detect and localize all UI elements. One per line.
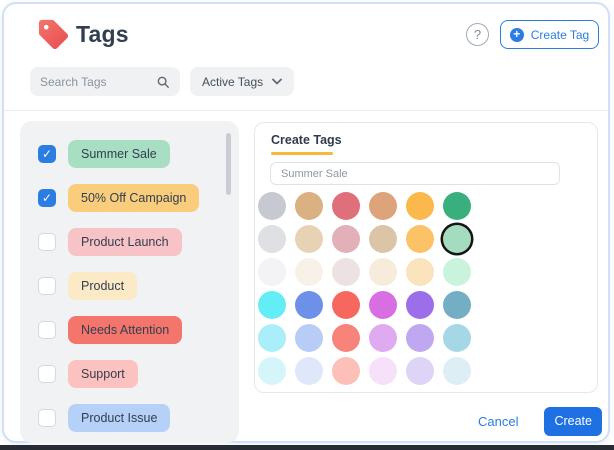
scrollbar-thumb[interactable] — [226, 133, 231, 195]
tag-row: ✓ 50% Off Campaign — [38, 184, 239, 212]
tag-logo-icon — [38, 19, 69, 50]
color-swatch[interactable] — [406, 258, 434, 286]
color-swatch[interactable] — [369, 357, 397, 385]
color-swatch[interactable] — [332, 225, 360, 253]
filter-dropdown[interactable]: Active Tags — [190, 67, 295, 96]
create-tag-button-label: Create Tag — [530, 27, 590, 42]
color-swatch[interactable] — [443, 357, 471, 385]
color-swatch-selected[interactable] — [443, 225, 471, 253]
color-swatch[interactable] — [332, 291, 360, 319]
color-swatch[interactable] — [443, 192, 471, 220]
tag-row: Product — [38, 272, 239, 300]
color-swatch[interactable] — [443, 258, 471, 286]
color-swatch[interactable] — [295, 291, 323, 319]
checkbox-unchecked[interactable] — [38, 409, 56, 427]
tag-name-input[interactable] — [270, 162, 560, 185]
filter-dropdown-value: Active Tags — [202, 74, 264, 89]
plus-icon: + — [509, 27, 524, 42]
tag-chip[interactable]: Summer Sale — [68, 140, 170, 168]
color-swatch[interactable] — [406, 357, 434, 385]
color-swatch[interactable] — [332, 357, 360, 385]
tag-chip[interactable]: Support — [68, 360, 138, 388]
checkbox-checked[interactable]: ✓ — [38, 189, 56, 207]
color-swatch[interactable] — [258, 225, 286, 253]
tags-card: Tags ? + Create Tag Active Tags ✓ Summer … — [2, 2, 610, 443]
color-swatch[interactable] — [332, 192, 360, 220]
checkbox-unchecked[interactable] — [38, 277, 56, 295]
tag-row: Needs Attention — [38, 316, 239, 344]
header-divider — [4, 110, 608, 111]
checkbox-checked[interactable]: ✓ — [38, 145, 56, 163]
color-swatch[interactable] — [295, 225, 323, 253]
color-swatch[interactable] — [258, 192, 286, 220]
bottom-edge — [0, 445, 614, 450]
search-box — [30, 67, 180, 96]
color-swatch[interactable] — [406, 192, 434, 220]
color-swatch[interactable] — [369, 192, 397, 220]
color-swatch[interactable] — [406, 324, 434, 352]
color-swatch[interactable] — [295, 324, 323, 352]
create-tags-panel: Create Tags — [254, 122, 598, 393]
color-swatch[interactable] — [443, 291, 471, 319]
tag-chip[interactable]: 50% Off Campaign — [68, 184, 200, 212]
color-swatch[interactable] — [258, 357, 286, 385]
color-swatch[interactable] — [332, 324, 360, 352]
tag-row: ✓ Summer Sale — [38, 140, 239, 168]
tag-chip[interactable]: Needs Attention — [68, 316, 183, 344]
color-palette — [258, 192, 471, 385]
tag-chip[interactable]: Product Issue — [68, 404, 171, 432]
title-underline — [271, 152, 333, 155]
help-icon[interactable]: ? — [466, 23, 489, 46]
footer-actions: Cancel Create — [254, 406, 602, 436]
tag-list-panel: ✓ Summer Sale ✓ 50% Off Campaign Product Lau… — [20, 121, 239, 443]
color-swatch[interactable] — [369, 324, 397, 352]
checkbox-unchecked[interactable] — [38, 365, 56, 383]
chevron-down-icon — [272, 78, 283, 85]
tag-row: Product Issue — [38, 404, 239, 432]
tag-row: Product Launch — [38, 228, 239, 256]
color-swatch[interactable] — [258, 291, 286, 319]
color-swatch[interactable] — [295, 192, 323, 220]
color-swatch[interactable] — [443, 324, 471, 352]
search-input[interactable] — [40, 74, 156, 89]
tag-row: Support — [38, 360, 239, 388]
create-button[interactable]: Create — [544, 406, 602, 436]
cancel-button[interactable]: Cancel — [478, 414, 518, 429]
color-swatch[interactable] — [369, 258, 397, 286]
color-swatch[interactable] — [258, 324, 286, 352]
color-swatch[interactable] — [295, 357, 323, 385]
color-swatch[interactable] — [369, 291, 397, 319]
tag-chip[interactable]: Product Launch — [68, 228, 182, 256]
search-icon — [157, 76, 169, 88]
color-swatch[interactable] — [332, 258, 360, 286]
color-swatch[interactable] — [258, 258, 286, 286]
page-title: Tags — [76, 21, 129, 47]
color-swatch[interactable] — [406, 291, 434, 319]
checkbox-unchecked[interactable] — [38, 233, 56, 251]
color-swatch[interactable] — [295, 258, 323, 286]
tag-list: ✓ Summer Sale ✓ 50% Off Campaign Product Lau… — [38, 140, 239, 432]
create-tag-button[interactable]: + Create Tag — [500, 20, 599, 49]
color-swatch[interactable] — [369, 225, 397, 253]
checkbox-unchecked[interactable] — [38, 321, 56, 339]
tag-chip[interactable]: Product — [68, 272, 138, 300]
tags-modal: Tags ? + Create Tag Active Tags ✓ Summer … — [0, 0, 614, 450]
help-glyph: ? — [473, 27, 482, 42]
color-swatch[interactable] — [406, 225, 434, 253]
create-tags-title: Create Tags — [271, 133, 342, 147]
